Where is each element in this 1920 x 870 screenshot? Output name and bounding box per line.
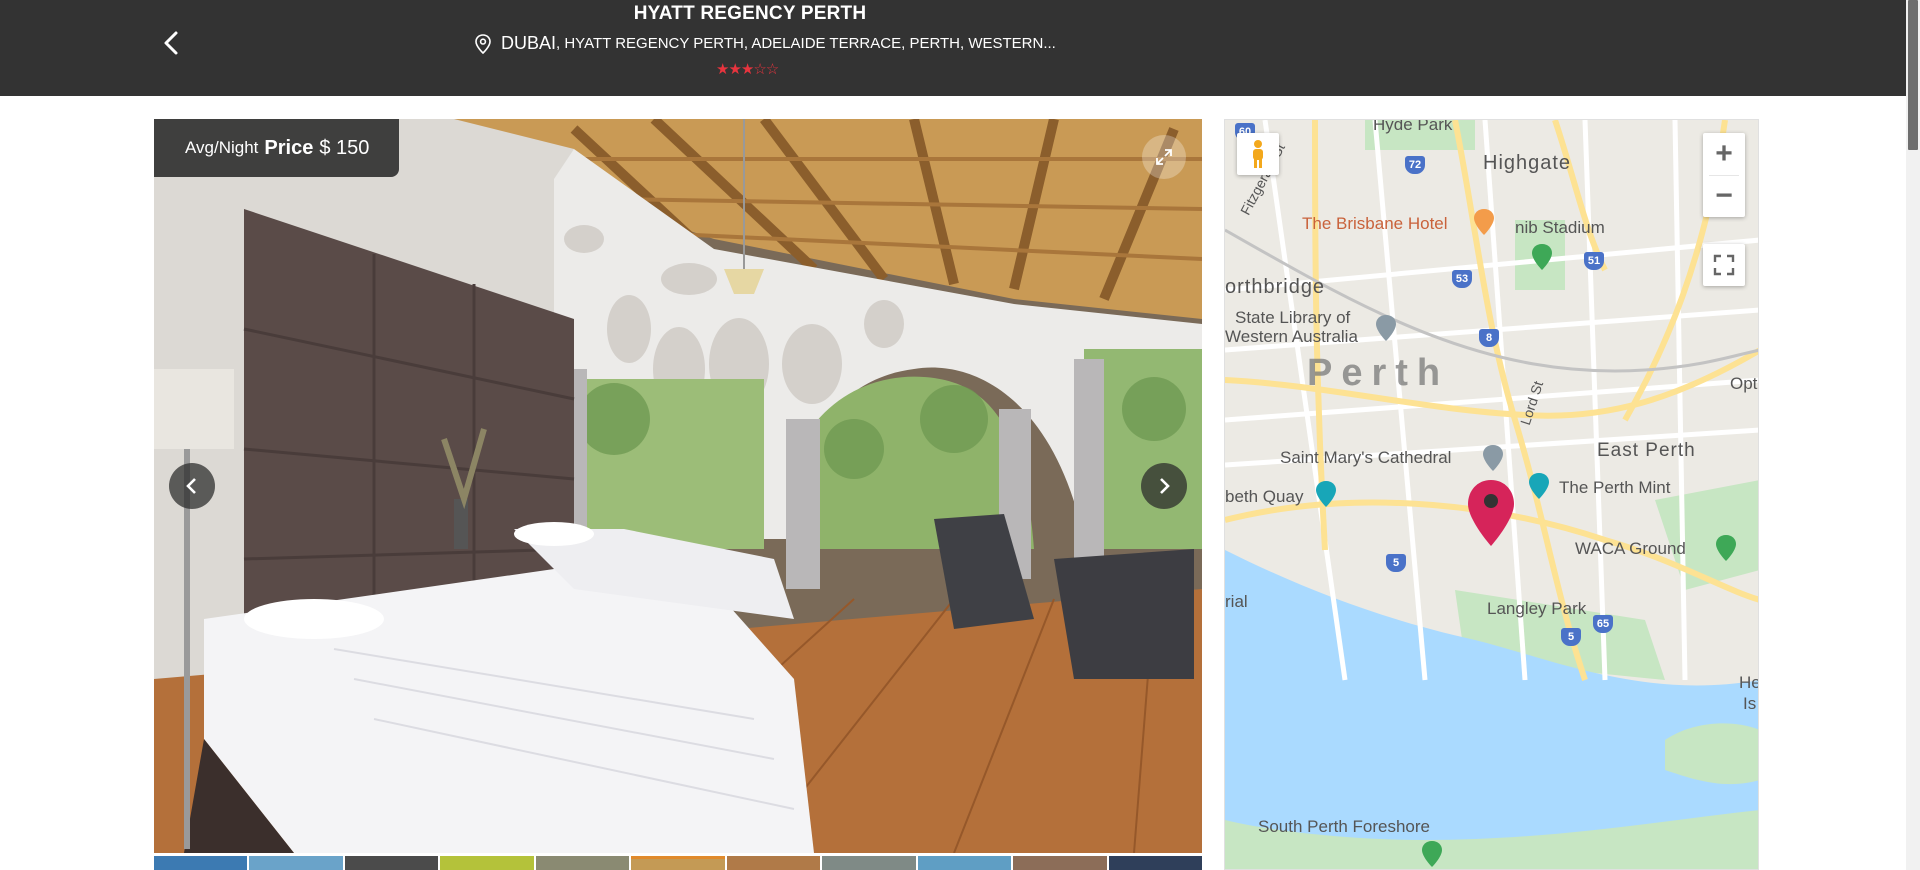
gallery-thumbnail[interactable] — [631, 856, 725, 870]
map-label-perth: Perth — [1307, 352, 1450, 394]
gallery-prev-button[interactable] — [169, 463, 215, 509]
street-view-pegman-button[interactable] — [1237, 133, 1279, 175]
address-detail: , HYATT REGENCY PERTH, ADELAIDE TERRACE,… — [556, 35, 1056, 52]
map-label-brisbane-hotel: The Brisbane Hotel — [1302, 214, 1448, 233]
chevron-left-icon — [186, 478, 196, 494]
waca-poi-icon — [1716, 535, 1736, 561]
cathedral-poi-icon — [1483, 445, 1503, 471]
address-city: DUBAI — [501, 33, 557, 53]
price-value: $ 150 — [319, 136, 370, 159]
road-shield-badge: 51 — [1584, 252, 1604, 270]
gallery-thumbnail[interactable] — [1108, 856, 1202, 870]
hotel-room-photo — [154, 119, 1202, 853]
map-label-northbridge: orthbridge — [1225, 276, 1326, 298]
map-label-nib-stadium: nib Stadium — [1515, 218, 1605, 237]
gallery-thumbnail[interactable] — [917, 856, 1012, 870]
map-label-elizabeth-quay: beth Quay — [1225, 487, 1304, 506]
mint-poi-icon — [1529, 473, 1549, 499]
map-label-langley-park: Langley Park — [1487, 599, 1587, 618]
gallery-thumbnail[interactable] — [249, 856, 343, 870]
price-avg-night-label: Avg/Night — [185, 138, 259, 157]
gallery-thumbnail[interactable] — [535, 856, 630, 870]
map-label-south-perth-foreshore: South Perth Foreshore — [1258, 817, 1430, 836]
map-label-hyde-park: Hyde Park — [1373, 119, 1453, 134]
back-chevron-icon[interactable] — [160, 30, 184, 56]
map-label-heirisson: Hei — [1739, 673, 1758, 692]
top-bar: HYATT REGENCY PERTH DUBAI , HYATT REGENC… — [0, 0, 1920, 96]
location-pin-icon — [475, 33, 491, 54]
road-shield-badge: 65 — [1593, 615, 1613, 633]
road-shield-badge: 5 — [1561, 628, 1581, 646]
road-shield-badge: 8 — [1479, 329, 1499, 347]
map-label-saint-marys-cathedral: Saint Mary's Cathedral — [1280, 448, 1452, 467]
gallery-thumbnail[interactable] — [1013, 856, 1107, 870]
map-label-state-library: State Library of — [1235, 308, 1351, 327]
map-zoom-control: + − — [1703, 133, 1745, 217]
quay-poi-icon — [1316, 481, 1336, 507]
stadium-poi-icon — [1532, 244, 1552, 270]
gallery-thumbnail[interactable] — [440, 856, 534, 870]
fullscreen-icon — [1713, 254, 1735, 276]
restaurant-poi-icon — [1474, 209, 1494, 235]
road-shield-badge: 72 — [1405, 156, 1425, 174]
road-shield-badge: 5 — [1386, 554, 1406, 572]
star-rating: ★★★☆☆ — [716, 61, 779, 78]
map-label-waca-ground: WACA Ground — [1575, 539, 1686, 558]
hotel-photo-gallery: Avg/Night Price $ 150 — [154, 119, 1202, 853]
scrollbar-thumb[interactable] — [1908, 0, 1918, 150]
map-label-rial: rial — [1225, 592, 1248, 611]
gallery-thumbnail[interactable] — [822, 856, 916, 870]
road-shield-badge: 53 — [1452, 270, 1472, 288]
park-poi-icon — [1422, 841, 1442, 867]
map-label-east-perth: East Perth — [1597, 440, 1696, 461]
hotel-address: DUBAI , HYATT REGENCY PERTH, ADELAIDE TE… — [474, 33, 1056, 54]
map-fullscreen-button[interactable] — [1703, 244, 1745, 286]
gallery-next-button[interactable] — [1141, 463, 1187, 509]
map-label-highgate: Highgate — [1483, 152, 1572, 174]
expand-icon — [1156, 149, 1172, 165]
fullscreen-expand-button[interactable] — [1142, 135, 1186, 179]
location-map[interactable]: Hyde Park Highgate Fitzgerald St The Bri… — [1224, 119, 1759, 870]
gallery-thumbnail[interactable] — [344, 856, 439, 870]
map-label-opt: Opt — [1730, 374, 1758, 393]
pegman-icon — [1253, 140, 1263, 168]
map-label-island: Is — [1743, 694, 1757, 713]
map-label-perth-mint: The Perth Mint — [1559, 478, 1671, 497]
page-scrollbar[interactable] — [1906, 0, 1920, 870]
chevron-right-icon — [1160, 478, 1170, 494]
library-poi-icon — [1376, 315, 1396, 341]
zoom-in-button[interactable]: + — [1703, 133, 1745, 175]
price-per-night-tag: Avg/Night Price $ 150 — [154, 119, 399, 177]
gallery-thumbnail-strip — [154, 856, 1202, 870]
zoom-out-button[interactable]: − — [1703, 175, 1745, 217]
price-word-label: Price — [264, 136, 314, 159]
hotel-title: HYATT REGENCY PERTH — [633, 3, 867, 24]
gallery-thumbnail[interactable] — [154, 856, 248, 870]
gallery-thumbnail[interactable] — [726, 856, 821, 870]
map-label-western-australia: Western Australia — [1225, 327, 1358, 346]
